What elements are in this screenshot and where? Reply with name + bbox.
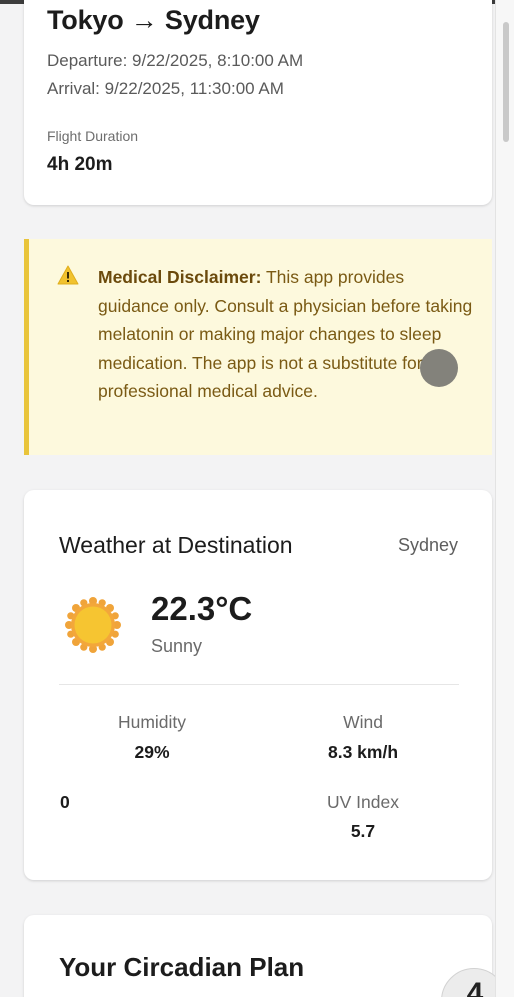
flight-route-title: Tokyo → Sydney (47, 5, 260, 35)
departure-time: Departure: 9/22/2025, 8:10:00 AM (47, 51, 304, 70)
weather-condition: Sunny (151, 636, 203, 656)
humidity-label: Humidity (117, 712, 187, 732)
wind-value: 8.3 km/h (327, 742, 399, 762)
flight-summary-card: Tokyo → Sydney Departure: 9/22/2025, 8:1… (24, 0, 492, 205)
disclaimer-text: Medical Disclaimer: This app provides gu… (98, 263, 476, 406)
uv-index-value: 5.7 (350, 821, 376, 841)
weather-title: Weather at Destination (59, 532, 293, 558)
weather-divider (59, 684, 459, 685)
scrollbar[interactable] (495, 0, 514, 997)
disclaimer-heading: Medical Disclaimer: (98, 267, 262, 287)
uv-index-label: UV Index (327, 792, 399, 812)
arrival-time: Arrival: 9/22/2025, 11:30:00 AM (47, 79, 284, 98)
sun-icon (65, 597, 121, 653)
humidity-value: 29% (134, 742, 170, 762)
circadian-plan-title: Your Circadian Plan (59, 952, 305, 982)
disclaimer-body: This app provides guidance only. Consult… (98, 267, 473, 401)
wind-label: Wind (343, 712, 383, 732)
touch-cursor-indicator (420, 349, 458, 387)
weather-temperature: 22.3°C (151, 590, 253, 627)
weather-card: Weather at Destination Sydney 22.3°C Sun… (24, 490, 492, 880)
flight-duration-value: 4h 20m (47, 154, 113, 175)
circadian-plan-card: Your Circadian Plan (24, 915, 492, 997)
weather-city: Sydney (397, 535, 458, 555)
flight-duration-label: Flight Duration (47, 128, 139, 144)
scrollbar-thumb[interactable] (503, 22, 509, 142)
warning-icon (57, 265, 79, 285)
app-page: Tokyo → Sydney Departure: 9/22/2025, 8:1… (0, 0, 514, 997)
weather-extra-value: 0 (60, 792, 70, 812)
medical-disclaimer-banner: Medical Disclaimer: This app provides gu… (24, 239, 492, 455)
